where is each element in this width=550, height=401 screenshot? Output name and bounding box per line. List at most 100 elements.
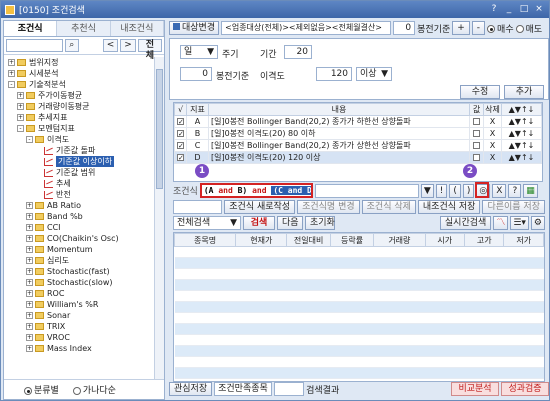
result-row[interactable] <box>174 279 544 291</box>
tree-item[interactable]: + William's %R <box>4 299 154 310</box>
tree-item[interactable]: + ROC <box>4 288 154 299</box>
save-interest-button[interactable]: 관심저장 <box>169 382 213 396</box>
condition-formula[interactable]: (A and B) and (C and D) <box>199 183 313 198</box>
tree-item[interactable]: + 거래량이동평균 <box>4 101 154 112</box>
help-button[interactable]: ? <box>508 183 522 198</box>
row-checkbox[interactable]: ✓ <box>177 118 184 126</box>
row-order-arrows[interactable]: ▲▼↑↓ <box>501 139 542 152</box>
tree-item[interactable]: + 추세지표 <box>4 112 154 123</box>
result-row[interactable] <box>174 323 544 335</box>
result-col-header[interactable]: 거래량 <box>373 233 426 247</box>
result-col-header[interactable]: 고가 <box>463 233 505 247</box>
result-row[interactable] <box>174 312 544 324</box>
period-select[interactable]: 일 ▼ <box>180 45 218 59</box>
tab-my-condition[interactable]: 내조건식 <box>110 21 164 36</box>
result-row[interactable] <box>174 290 544 302</box>
chart-icon[interactable]: 〽 <box>493 216 509 230</box>
tree-item[interactable]: 기준값 돌파 <box>4 145 154 156</box>
expand-icon[interactable]: + <box>17 114 24 121</box>
condition-extra-input[interactable] <box>314 183 419 198</box>
result-row[interactable] <box>174 268 544 280</box>
expand-icon[interactable]: + <box>26 345 33 352</box>
tree-item[interactable]: - 모멘텀지표 <box>4 123 154 134</box>
tree-item[interactable]: + Band %b <box>4 211 154 222</box>
expand-icon[interactable]: + <box>26 312 33 319</box>
value-checkbox[interactable] <box>473 154 480 161</box>
tree-item[interactable]: + CCI <box>4 222 154 233</box>
expand-icon[interactable]: + <box>26 235 33 242</box>
result-row[interactable] <box>174 301 544 313</box>
condition-row-item[interactable]: ✓ A [일]0봉전 Bollinger Band(20,2) 종가가 하한선 상향… <box>174 115 542 128</box>
value-checkbox[interactable] <box>473 118 480 125</box>
tree-item[interactable]: + Sonar <box>4 310 154 321</box>
tree-item[interactable]: + Momentum <box>4 244 154 255</box>
performance-verify-button[interactable]: 성과검증 <box>501 382 549 396</box>
clear-button[interactable]: X <box>492 183 507 198</box>
menu-icon[interactable]: ☰▾ <box>510 216 529 230</box>
result-row[interactable] <box>174 367 544 379</box>
radio-by-category[interactable]: 분류별 <box>24 383 59 396</box>
search-icon[interactable]: ⌕ <box>64 39 79 52</box>
result-row[interactable] <box>174 345 544 357</box>
excel-icon[interactable]: ▦ <box>523 183 538 198</box>
condition-row-item[interactable]: ✓ B [일]0봉전 이격도(20) 80 이하 X ▲▼↑↓ <box>174 127 542 140</box>
tab-condition[interactable]: 조건식 <box>4 21 58 36</box>
row-order-arrows[interactable]: ▲▼↑↓ <box>501 127 542 140</box>
tree-item[interactable]: - 기술적분석 <box>4 79 154 90</box>
tree-item[interactable]: + Stochastic(slow) <box>4 277 154 288</box>
all-button[interactable]: 전체 <box>137 39 162 61</box>
expand-icon[interactable]: + <box>26 290 33 297</box>
help-icon[interactable]: ? <box>488 3 500 15</box>
tree-item[interactable]: 추세 <box>4 178 154 189</box>
settings-icon[interactable]: ⚙ <box>530 216 545 230</box>
expand-icon[interactable]: + <box>26 257 33 264</box>
ago-input[interactable]: 0 <box>393 21 416 35</box>
row-order-arrows[interactable]: ▲▼↑↓ <box>501 151 542 164</box>
value-checkbox[interactable] <box>473 142 480 149</box>
condition-row-item[interactable]: ✓ C [일]0봉전 Bollinger Band(20,2) 종가가 상한선 상향… <box>174 139 542 152</box>
radio-alphabetical[interactable]: 가나다순 <box>72 383 116 396</box>
save-as-button[interactable]: 다른이름 저장 <box>482 200 545 214</box>
row-order-arrows[interactable]: ▲▼↑↓ <box>501 115 542 128</box>
result-row[interactable] <box>174 334 544 346</box>
not-button[interactable]: ! <box>435 183 448 198</box>
tree-scrollbar[interactable] <box>154 57 164 379</box>
plus-button[interactable]: + <box>452 21 470 35</box>
expand-icon[interactable]: + <box>26 224 33 231</box>
result-col-header[interactable]: 전일대비 <box>286 233 331 247</box>
tree-item[interactable]: - 이격도 <box>4 134 154 145</box>
expand-icon[interactable]: + <box>8 59 15 66</box>
prev-button[interactable]: < <box>102 39 119 52</box>
result-row[interactable] <box>174 257 544 269</box>
condition-name-input[interactable] <box>173 200 223 214</box>
dropdown-button[interactable]: ▼ <box>420 183 434 198</box>
result-col-header[interactable]: 종목명 <box>174 233 237 247</box>
realtime-search-button[interactable]: 실시간검색 <box>439 216 492 230</box>
expand-icon[interactable]: - <box>26 136 33 143</box>
tree-item[interactable]: + TRIX <box>4 321 154 332</box>
expand-icon[interactable]: + <box>26 279 33 286</box>
tree-item[interactable]: + VROC <box>4 332 154 343</box>
result-col-header[interactable]: 저가 <box>503 233 544 247</box>
tree-item[interactable]: 반전 <box>4 189 154 200</box>
expand-icon[interactable]: + <box>26 334 33 341</box>
expand-icon[interactable]: - <box>17 125 24 132</box>
result-col-header[interactable]: 시가 <box>424 233 465 247</box>
search-scope-select[interactable]: 전체검색 ▼ <box>173 216 241 230</box>
tree-item[interactable]: + 심리도 <box>4 255 154 266</box>
row-delete[interactable]: X <box>483 115 502 128</box>
minimize-icon[interactable]: _ <box>503 3 515 15</box>
expand-icon[interactable]: - <box>8 81 15 88</box>
compare-select[interactable]: 이상 ▼ <box>356 67 392 81</box>
row-delete[interactable]: X <box>483 151 502 164</box>
expand-icon[interactable]: + <box>8 70 15 77</box>
search-button[interactable]: 검색 <box>243 216 275 230</box>
expand-icon[interactable]: + <box>17 92 24 99</box>
expand-icon[interactable]: + <box>26 202 33 209</box>
row-checkbox[interactable]: ✓ <box>177 154 184 162</box>
tree-item[interactable]: + 범위지정 <box>4 57 154 68</box>
expand-icon[interactable]: + <box>26 246 33 253</box>
minus-button[interactable]: - <box>471 21 486 35</box>
tree-item[interactable]: + 시세분석 <box>4 68 154 79</box>
tree-item[interactable]: + Stochastic(fast) <box>4 266 154 277</box>
